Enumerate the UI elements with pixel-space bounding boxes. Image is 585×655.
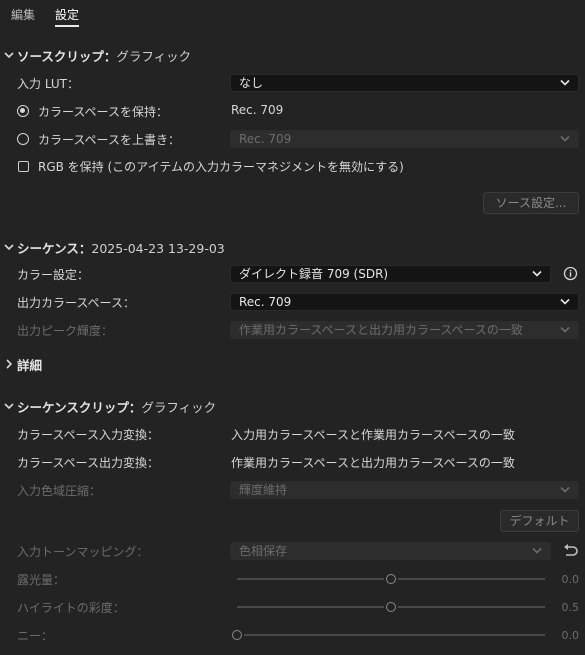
input-lut-label: 入力 LUT： bbox=[17, 77, 80, 91]
active-tab-indicator bbox=[55, 25, 79, 27]
highlight-slider[interactable] bbox=[237, 600, 545, 614]
knee-label: ニー： bbox=[17, 629, 54, 643]
section-sequence[interactable]: シーケンス：2025-04-23 13-29-03 bbox=[17, 238, 225, 257]
highlight-label: ハイライトの彩度： bbox=[17, 601, 125, 615]
highlight-slider-thumb[interactable] bbox=[386, 602, 396, 612]
override-label: カラースペースを上書き： bbox=[38, 133, 180, 147]
chevron-right-icon[interactable] bbox=[4, 359, 14, 369]
gamut-dropdown[interactable]: 輝度維持 bbox=[230, 481, 579, 499]
tone-label: 入力トーンマッピング： bbox=[17, 545, 149, 559]
knee-slider-thumb[interactable] bbox=[232, 630, 242, 640]
exposure-label: 露光量： bbox=[17, 573, 66, 587]
rgb-checkbox-label: RGB を保持 (このアイテムの入力カラーマネジメントを無効にする) bbox=[38, 160, 404, 174]
output-space-dropdown[interactable]: Rec. 709 bbox=[230, 293, 579, 311]
chevron-down-icon bbox=[560, 326, 570, 333]
section-details[interactable]: 詳細 bbox=[17, 355, 42, 374]
output-transform-value: 作業用カラースペースと出力用カラースペースの一致 bbox=[231, 456, 515, 470]
radio-override[interactable] bbox=[17, 133, 29, 145]
chevron-down-icon bbox=[532, 270, 542, 277]
info-icon[interactable] bbox=[563, 266, 578, 281]
chevron-down-icon bbox=[560, 486, 570, 493]
exposure-value: 0.0 bbox=[561, 573, 580, 586]
chevron-down-icon[interactable] bbox=[4, 401, 14, 411]
override-value: Rec. 709 bbox=[239, 132, 292, 146]
input-transform-value: 入力用カラースペースと作業用カラースペースの一致 bbox=[231, 428, 515, 442]
chevron-down-icon[interactable] bbox=[4, 242, 14, 252]
output-transform-label: カラースペース出力変換： bbox=[17, 456, 159, 470]
tone-dropdown[interactable]: 色相保存 bbox=[230, 542, 551, 560]
tone-value: 色相保存 bbox=[239, 544, 288, 558]
knee-value: 0.0 bbox=[561, 629, 580, 642]
chevron-down-icon bbox=[560, 298, 570, 305]
chevron-down-icon bbox=[532, 547, 542, 554]
color-setting-dropdown[interactable]: ダイレクト録音 709 (SDR) bbox=[230, 265, 551, 283]
knee-slider[interactable] bbox=[232, 628, 545, 642]
peak-value: 作業用カラースペースと出力用カラースペースの一致 bbox=[239, 323, 523, 337]
reset-icon[interactable] bbox=[562, 543, 579, 558]
radio-preserve[interactable] bbox=[17, 105, 29, 117]
input-lut-value: なし bbox=[239, 76, 264, 90]
source-settings-button[interactable]: ソース設定... bbox=[483, 192, 579, 214]
preserve-value: Rec. 709 bbox=[231, 103, 284, 117]
exposure-slider-thumb[interactable] bbox=[386, 574, 396, 584]
chevron-down-icon bbox=[560, 79, 570, 86]
section-sequence-clip[interactable]: シーケンスクリップ：グラフィック bbox=[17, 397, 216, 416]
exposure-slider[interactable] bbox=[237, 572, 545, 586]
output-space-value: Rec. 709 bbox=[239, 295, 292, 309]
gamut-label: 入力色域圧縮： bbox=[17, 484, 102, 498]
input-lut-dropdown[interactable]: なし bbox=[230, 74, 579, 92]
color-setting-value: ダイレクト録音 709 (SDR) bbox=[239, 267, 389, 281]
chevron-down-icon bbox=[560, 135, 570, 142]
color-setting-label: カラー設定： bbox=[17, 268, 90, 282]
chevron-down-icon[interactable] bbox=[4, 50, 14, 60]
default-button[interactable]: デフォルト bbox=[500, 510, 579, 532]
tab-settings[interactable]: 設定 bbox=[55, 6, 79, 23]
highlight-value: 0.5 bbox=[561, 601, 580, 614]
preserve-label: カラースペースを保持： bbox=[38, 105, 168, 119]
rgb-checkbox[interactable] bbox=[18, 161, 29, 172]
section-source-clip[interactable]: ソースクリップ：グラフィック bbox=[17, 46, 191, 65]
output-space-label: 出力カラースペース： bbox=[17, 296, 135, 310]
override-dropdown[interactable]: Rec. 709 bbox=[230, 130, 579, 148]
tab-edit[interactable]: 編集 bbox=[11, 6, 35, 23]
knee-slider-track bbox=[232, 634, 545, 636]
peak-label: 出力ピーク輝度： bbox=[17, 324, 114, 338]
input-transform-label: カラースペース入力変換： bbox=[17, 428, 159, 442]
peak-dropdown[interactable]: 作業用カラースペースと出力用カラースペースの一致 bbox=[230, 321, 579, 339]
gamut-value: 輝度維持 bbox=[239, 483, 288, 497]
